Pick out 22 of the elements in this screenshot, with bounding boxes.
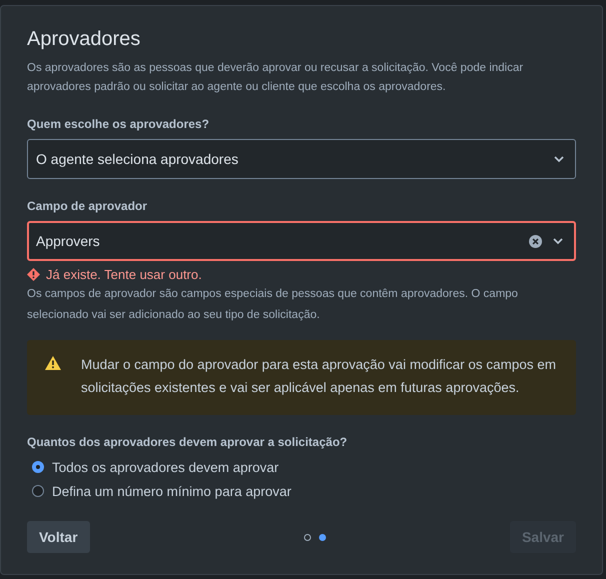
clear-icon[interactable]	[529, 234, 542, 248]
warning-icon	[45, 356, 61, 370]
page-dot[interactable]	[304, 534, 311, 540]
option-label[interactable]: Defina um número mínimo para aprovar	[52, 484, 292, 498]
page-dot[interactable]	[318, 534, 326, 540]
chevron-down-icon[interactable]	[552, 237, 564, 245]
select-field[interactable]: O agente seleciona aprovadores	[27, 139, 576, 179]
error-icon	[27, 268, 40, 281]
radio-button[interactable]	[32, 461, 44, 473]
select-field[interactable]: Approvers	[27, 221, 576, 261]
error-message: Já existe. Tente usar outro.	[46, 267, 202, 282]
field-label: Quem escolhe os aprovadores?	[27, 117, 210, 131]
warning-text: Mudar o campo do aprovador para esta aprovação vai modificar os campos em solicitações existentes e vai ser aplicável apenas em futuras aprovações.	[81, 356, 557, 397]
dialog-title: Aprovadores	[27, 28, 142, 51]
dialog-description: Os aprovadores são as pessoas que deverão aprovar ou recusar a solicitação. Você pode indicar aprovadores padrão ou solicitar ao agente ou cliente que escolha os aprovadores.	[27, 61, 524, 95]
chevron-down-icon[interactable]	[553, 155, 565, 163]
help-text: Os campos de aprovador são campos especiais de pessoas que contêm aprovadores. O campo selecionado vai ser adicionado ao seu tipo de solicitação.	[27, 287, 519, 323]
question-label: Quantos dos aprovadores devem aprovar a solicitação?	[27, 435, 348, 449]
field-label: Campo de aprovador	[27, 199, 148, 213]
option-label[interactable]: Todos os aprovadores devem aprovar	[52, 460, 279, 474]
back-button[interactable]: Voltar	[27, 521, 90, 553]
radio-button[interactable]	[32, 485, 44, 497]
